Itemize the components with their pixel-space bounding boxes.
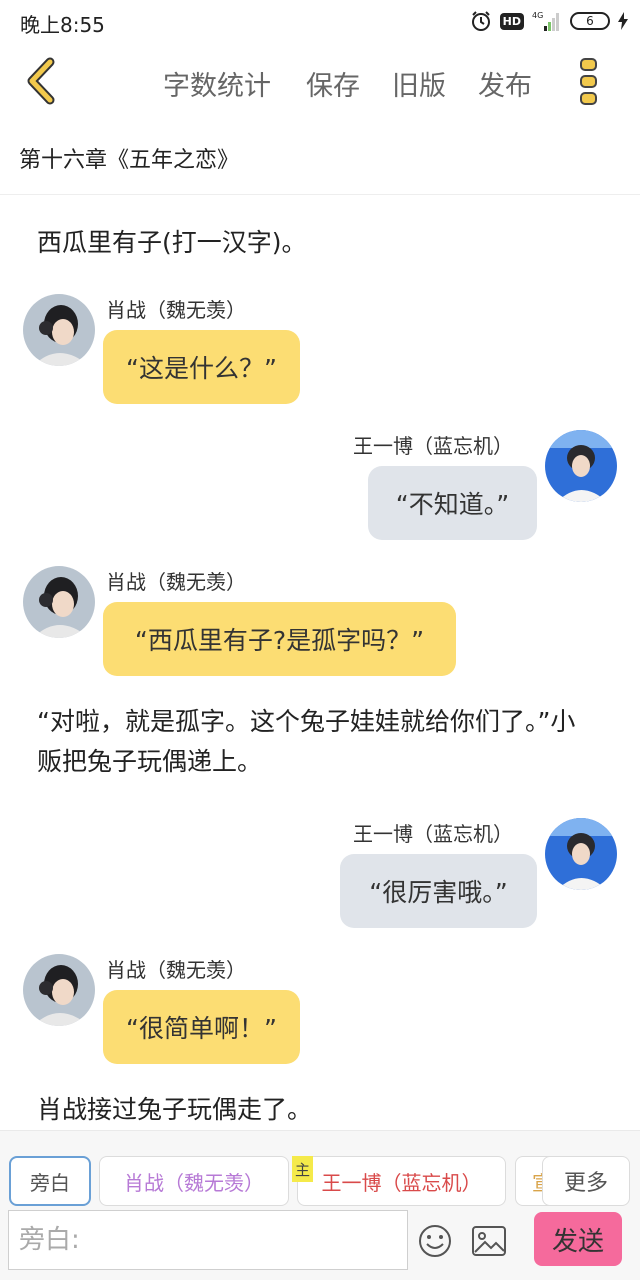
word-count-button[interactable]: 字数统计 [163, 64, 271, 103]
chapter-bar: 第十六章《五年之恋》 [0, 118, 640, 195]
chapter-title: 第十六章《五年之恋》 [19, 148, 240, 173]
avatar-wang-yibo-image [545, 818, 617, 890]
message-bubble[interactable]: “不知道。” [368, 466, 537, 540]
speaker-name: 肖战（魏无羡） [106, 958, 246, 982]
hd-badge: HD [499, 12, 524, 30]
image-icon[interactable] [471, 1224, 507, 1258]
avatar-wang-yibo[interactable] [545, 818, 617, 890]
narration-text: “对啦，就是孤字。这个兔子娃娃就给你们了。”小贩把兔子玩偶递上。 [37, 707, 576, 776]
message-bubble[interactable]: “很厉害哦。” [340, 854, 537, 928]
battery-level: 6 [586, 14, 594, 28]
speaker-name: 肖战（魏无羡） [106, 298, 246, 322]
battery-indicator: 6 [570, 12, 610, 30]
narration-text: 肖战接过兔子玩偶走了。 [37, 1095, 313, 1124]
main-role-badge: 主 [292, 1156, 313, 1182]
narration-text: 西瓜里有子(打一汉字)。 [37, 228, 307, 257]
more-roles-button[interactable]: 更多 [542, 1156, 630, 1206]
role-selector-bar: 旁白 肖战（魏无羡） 王一博（蓝忘机） 宣 更多 [0, 1130, 640, 1210]
message-bubble[interactable]: “西瓜里有子?是孤字吗？” [103, 602, 456, 676]
publish-button[interactable]: 发布 [478, 64, 532, 103]
status-bar: 晚上8:55 HD 4G 6 [0, 0, 640, 44]
save-button[interactable]: 保存 [306, 64, 360, 103]
back-arrow-icon[interactable] [22, 56, 62, 106]
avatar-xiao-zhan[interactable] [23, 566, 95, 638]
old-version-button[interactable]: 旧版 [392, 64, 446, 103]
role-chip-narrator[interactable]: 旁白 [9, 1156, 91, 1206]
input-bar: 发送 [0, 1210, 640, 1280]
speaker-name: 王一博（蓝忘机） [353, 434, 513, 458]
avatar-xiao-zhan[interactable] [23, 954, 95, 1026]
avatar-xiao-zhan-image [23, 954, 95, 1026]
status-time: 晚上8:55 [20, 13, 105, 37]
avatar-xiao-zhan-image [23, 294, 95, 366]
message-input[interactable] [8, 1210, 408, 1270]
signal-icon: 4G [532, 11, 559, 31]
avatar-xiao-zhan-image [23, 566, 95, 638]
more-menu-icon[interactable] [577, 56, 601, 106]
alarm-icon [471, 11, 490, 31]
title-bar: 字数统计 保存 旧版 发布 [0, 44, 640, 118]
network-label: 4G [532, 11, 543, 20]
emoji-icon[interactable] [418, 1224, 452, 1258]
avatar-wang-yibo-image [545, 430, 617, 502]
charging-bolt-icon [618, 12, 628, 30]
avatar-wang-yibo[interactable] [545, 430, 617, 502]
avatar-xiao-zhan[interactable] [23, 294, 95, 366]
message-bubble[interactable]: “很简单啊！” [103, 990, 300, 1064]
speaker-name: 王一博（蓝忘机） [353, 822, 513, 846]
role-chip-xiao-zhan[interactable]: 肖战（魏无羡） [99, 1156, 289, 1206]
chat-content[interactable]: 西瓜里有子(打一汉字)。 肖战（魏无羡） “这是什么？” 王一博（蓝忘机） “不… [0, 196, 640, 1130]
send-button[interactable]: 发送 [534, 1212, 622, 1266]
role-chip-wang-yibo[interactable]: 王一博（蓝忘机） [297, 1156, 506, 1206]
status-icons: HD 4G 6 [470, 8, 628, 34]
speaker-name: 肖战（魏无羡） [106, 570, 246, 594]
message-bubble[interactable]: “这是什么？” [103, 330, 300, 404]
